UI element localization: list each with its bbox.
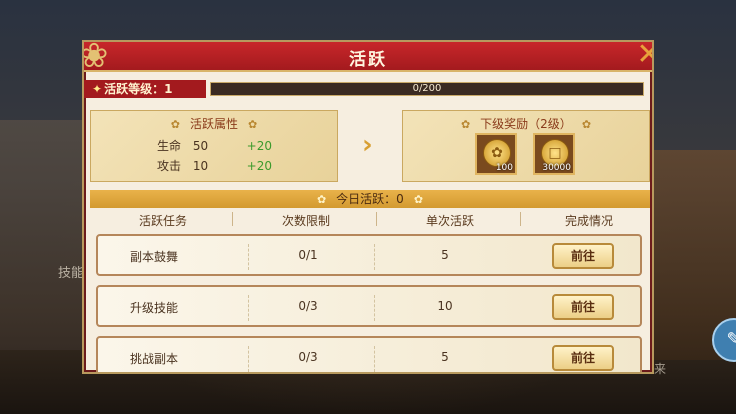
reward-item[interactable]: □ 30000 — [533, 133, 575, 175]
reward-title: ✿ 下级奖励（2级） ✿ — [403, 115, 649, 132]
task-points: 5 — [441, 350, 449, 364]
flower-icon: ✿ — [248, 118, 258, 131]
level-progress-bar: 0/200 — [210, 82, 644, 96]
attribute-value: 50 — [192, 139, 209, 153]
chevron-right-icon: › — [362, 130, 373, 160]
flower-icon: ✿ — [316, 193, 327, 206]
level-label-text: 活跃等级：1 — [104, 82, 173, 96]
level-label: ✦ 活跃等级：1 — [84, 80, 206, 98]
level-row: ✦ 活跃等级：1 0/200 — [84, 80, 652, 98]
attribute-row-atk: 攻击 10 +20 — [157, 157, 272, 174]
reward-item[interactable]: ✿ 100 — [475, 133, 517, 175]
panel-header: 活跃 — [84, 42, 652, 72]
go-button[interactable]: 前往 — [552, 294, 614, 320]
header-divider — [520, 212, 521, 226]
flower-icon: ✿ — [170, 118, 180, 131]
attributes-title-text: 活跃属性 — [189, 117, 238, 131]
task-points: 5 — [441, 248, 449, 262]
close-button[interactable]: ✕ — [632, 42, 652, 72]
today-activity-bar: ✿ 今日活跃：0 ✿ — [90, 190, 650, 208]
today-activity-text: 今日活跃：0 — [336, 192, 404, 206]
header-limit: 次数限制 — [281, 214, 330, 228]
row-divider — [248, 346, 249, 372]
task-limit: 0/3 — [298, 350, 318, 364]
activity-panel: 活跃 ❀ ✕ ✦活跃等级：1 0/200 ✿ 活跃属性 ✿ 生命 50 +20 攻击… — [82, 40, 654, 374]
close-x-icon: ✕ — [636, 42, 652, 72]
reward-quantity: 100 — [495, 163, 513, 173]
panel-title: 活跃 — [349, 50, 387, 70]
task-name: 副本鼓舞 — [129, 250, 178, 264]
level-progress-text: 0/200 — [412, 83, 442, 94]
header-task: 活跃任务 — [138, 214, 187, 228]
background-skill-text: 技能 — [58, 266, 85, 281]
task-row: 副本鼓舞 0/1 5 前往 — [96, 234, 642, 276]
background-house-left — [0, 120, 90, 350]
header-divider — [376, 212, 377, 226]
attributes-card: ✿ 活跃属性 ✿ 生命 50 +20 攻击 10 +20 — [90, 110, 338, 182]
attributes-title: ✿ 活跃属性 ✿ — [91, 115, 337, 132]
row-divider — [374, 346, 375, 372]
row-divider — [374, 295, 375, 321]
task-name: 挑战副本 — [129, 352, 178, 366]
attribute-increase: +20 — [246, 139, 272, 153]
attribute-value: 10 — [192, 159, 209, 173]
go-button[interactable]: 前往 — [552, 243, 614, 269]
sparkle-icon: ✦ — [92, 82, 103, 96]
task-limit: 0/3 — [298, 299, 318, 313]
flower-icon: ✿ — [581, 118, 592, 131]
task-row: 升级技能 0/3 10 前往 — [96, 285, 642, 327]
task-limit: 0/1 — [298, 248, 318, 262]
flower-icon: ✿ — [413, 193, 424, 206]
go-button[interactable]: 前往 — [552, 345, 614, 371]
attribute-name: 攻击 — [157, 159, 182, 173]
row-divider — [248, 244, 249, 270]
reward-quantity: 30000 — [542, 163, 571, 173]
attribute-increase: +20 — [246, 159, 272, 173]
row-divider — [248, 295, 249, 321]
background-right-text: 来 — [654, 362, 667, 376]
header-status: 完成情况 — [564, 214, 613, 228]
header-divider — [232, 212, 233, 226]
task-row: 挑战副本 0/3 5 前往 — [96, 336, 642, 372]
task-name: 升级技能 — [129, 301, 178, 315]
header-points: 单次活跃 — [425, 214, 474, 228]
attribute-name: 生命 — [157, 139, 182, 153]
flower-icon: ✿ — [460, 118, 471, 131]
reward-title-text: 下级奖励（2级） — [480, 117, 572, 131]
next-reward-card: ✿ 下级奖励（2级） ✿ ✿ 100 □ 30000 — [402, 110, 650, 182]
table-header: 活跃任务 次数限制 单次活跃 完成情况 — [90, 210, 650, 228]
attribute-row-hp: 生命 50 +20 — [157, 137, 272, 154]
task-points: 10 — [437, 299, 453, 313]
corner-flower-icon: ❀ — [82, 40, 109, 76]
row-divider — [374, 244, 375, 270]
